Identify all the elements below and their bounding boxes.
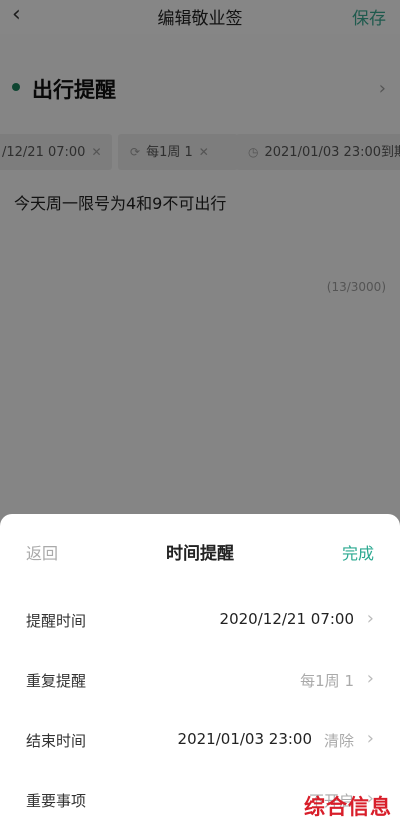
time-reminder-sheet: 返回 时间提醒 完成 提醒时间 2020/12/21 07:00 › 重复提醒 … bbox=[0, 514, 400, 827]
chevron-right-icon: › bbox=[366, 608, 374, 629]
row-value: 2021/01/03 23:00 bbox=[177, 730, 312, 748]
row-end-time[interactable]: 结束时间 2021/01/03 23:00 清除 › bbox=[0, 720, 400, 760]
sheet-done-button[interactable]: 完成 bbox=[342, 540, 374, 564]
sheet-title: 时间提醒 bbox=[166, 544, 234, 564]
row-label: 提醒时间 bbox=[26, 612, 87, 630]
chevron-right-icon: › bbox=[366, 728, 374, 749]
row-label: 结束时间 bbox=[26, 732, 87, 750]
watermark-logo: 综合信息 bbox=[304, 795, 392, 819]
chevron-right-icon: › bbox=[366, 668, 374, 689]
row-value: 每1周 1 bbox=[300, 672, 354, 690]
row-label: 重复提醒 bbox=[26, 672, 87, 690]
row-label: 重要事项 bbox=[26, 792, 87, 810]
row-reminder-time[interactable]: 提醒时间 2020/12/21 07:00 › bbox=[0, 600, 400, 640]
row-repeat[interactable]: 重复提醒 每1周 1 › bbox=[0, 660, 400, 700]
clear-button[interactable]: 清除 bbox=[324, 730, 354, 751]
row-value: 2020/12/21 07:00 bbox=[219, 610, 354, 628]
